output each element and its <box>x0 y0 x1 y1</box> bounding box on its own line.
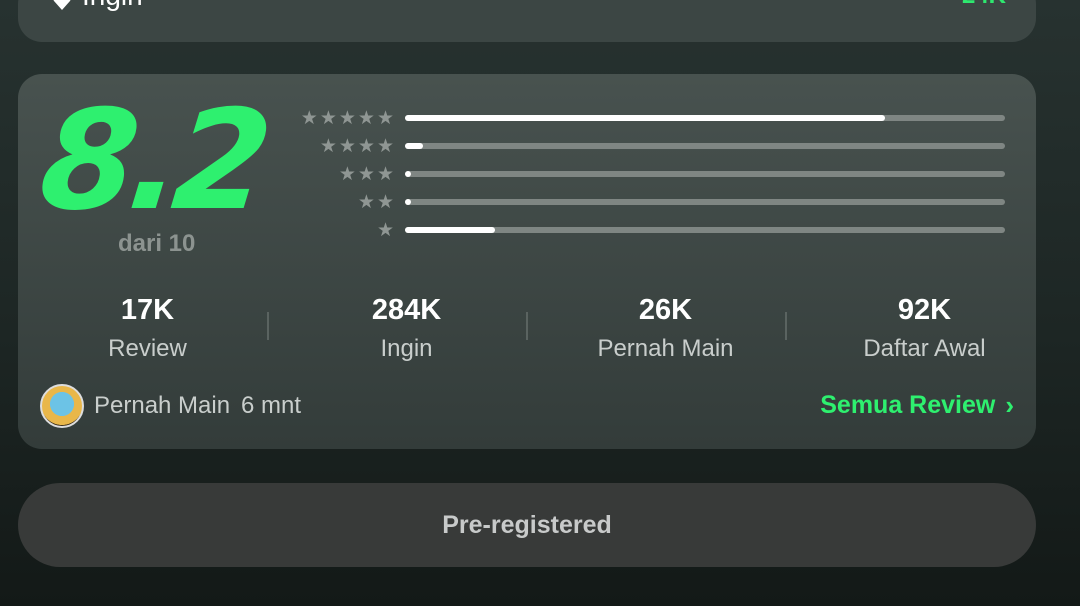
star-icon: ★ <box>376 163 394 185</box>
distribution-track <box>405 115 1005 121</box>
all-reviews-label: Semua Review <box>820 391 996 419</box>
stat-value: 17K <box>120 294 175 326</box>
star-icons: ★ ★ ★ <box>286 165 394 184</box>
distribution-fill <box>405 227 495 233</box>
star-icon: ★ <box>376 219 394 241</box>
rating-card: 8.2 dari 10 ★ ★ ★ ★ ★ ★ ★ ★ ★ ★ ★ ★ ★ ★ ★ 17K Review 2… <box>18 74 1036 449</box>
all-reviews-link[interactable]: Semua Review › <box>820 390 1014 421</box>
distribution-row-3-star: ★ ★ ★ <box>286 160 1006 188</box>
rating-distribution: ★ ★ ★ ★ ★ ★ ★ ★ ★ ★ ★ ★ ★ ★ ★ <box>286 104 1006 244</box>
distribution-fill <box>405 171 411 177</box>
distribution-row-2-star: ★ ★ <box>286 188 1006 216</box>
distribution-track <box>405 199 1005 205</box>
star-icon: ★ <box>338 135 356 157</box>
want-row: Ingin <box>52 0 143 12</box>
pre-registered-label: Pre-registered <box>442 510 612 539</box>
star-icon: ★ <box>357 107 375 129</box>
distribution-fill <box>405 115 885 121</box>
star-icon: ★ <box>300 107 318 129</box>
distribution-row-1-star: ★ <box>286 216 1006 244</box>
star-icon: ★ <box>338 107 356 129</box>
star-icon: ★ <box>376 135 394 157</box>
star-icons: ★ ★ ★ ★ ★ <box>286 109 394 128</box>
star-icon: ★ <box>376 191 394 213</box>
stat-value: 92K <box>897 294 952 326</box>
distribution-fill <box>405 143 423 149</box>
stat-value: 26K <box>638 294 693 326</box>
want-count: 24K <box>962 0 1006 10</box>
star-icon: ★ <box>319 135 337 157</box>
chevron-right-icon: › <box>1005 390 1014 420</box>
star-icon: ★ <box>376 107 394 129</box>
star-icon: ★ <box>357 191 375 213</box>
stat-want[interactable]: 284K Ingin <box>277 294 536 363</box>
distribution-track <box>405 143 1005 149</box>
recent-activity-time: 6 mnt <box>241 392 302 419</box>
star-icon: ★ <box>319 107 337 129</box>
star-icons: ★ <box>286 221 394 240</box>
stat-review[interactable]: 17K Review <box>18 294 277 363</box>
pre-registered-button[interactable]: Pre-registered <box>18 483 1036 567</box>
stat-label: Review <box>108 335 187 362</box>
heart-icon <box>52 0 71 10</box>
distribution-track <box>405 171 1005 177</box>
star-icon: ★ <box>338 163 356 185</box>
stat-played[interactable]: 26K Pernah Main <box>536 294 795 363</box>
rating-scale: dari 10 <box>118 230 196 257</box>
stat-divider <box>785 312 787 340</box>
rating-score: 8.2 <box>33 80 271 241</box>
star-icon: ★ <box>357 163 375 185</box>
stat-label: Pernah Main <box>597 335 734 362</box>
stat-value: 284K <box>371 294 442 326</box>
distribution-row-4-star: ★ ★ ★ ★ <box>286 132 1006 160</box>
distribution-row-5-star: ★ ★ ★ ★ ★ <box>286 104 1006 132</box>
stat-divider <box>267 312 269 340</box>
user-avatar[interactable] <box>40 384 84 428</box>
star-icons: ★ ★ ★ ★ <box>286 137 394 156</box>
want-label: Ingin <box>82 0 143 12</box>
want-card[interactable]: Ingin 24K <box>18 0 1036 42</box>
stat-divider <box>526 312 528 340</box>
distribution-fill <box>405 199 411 205</box>
stat-label: Daftar Awal <box>863 335 986 362</box>
stat-preregister[interactable]: 92K Daftar Awal <box>795 294 1054 363</box>
distribution-track <box>405 227 1005 233</box>
recent-activity-label: Pernah Main <box>94 392 231 419</box>
stat-label: Ingin <box>380 335 433 362</box>
star-icon: ★ <box>357 135 375 157</box>
star-icons: ★ ★ <box>286 193 394 212</box>
